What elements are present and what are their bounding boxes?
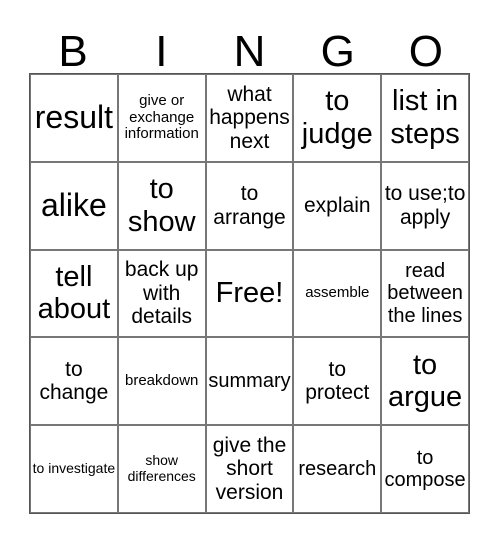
bingo-cell-text: explain: [304, 193, 371, 217]
bingo-cell-text: to use;to apply: [384, 182, 466, 229]
bingo-cell-text: to judge: [301, 85, 373, 150]
bingo-cell[interactable]: explain: [293, 161, 382, 250]
bingo-cell[interactable]: assemble: [293, 249, 382, 338]
bingo-cell-text: breakdown: [125, 371, 199, 389]
bingo-cell[interactable]: to use;to apply: [381, 161, 469, 250]
bingo-cell[interactable]: give the short version: [205, 425, 294, 513]
bingo-cell-text: give the short version: [212, 433, 287, 504]
bingo-cell[interactable]: list in steps: [381, 74, 469, 162]
header-letter-b: B: [58, 27, 88, 76]
header-letter-o: O: [408, 27, 444, 76]
bingo-cell[interactable]: summary: [205, 337, 294, 426]
bingo-cell[interactable]: to investigate: [30, 425, 118, 513]
bingo-cell-text: tell about: [37, 261, 111, 326]
bingo-cell-text: to compose: [384, 446, 466, 492]
bingo-grid: result give or exchange information what h…: [29, 73, 470, 514]
bingo-cell[interactable]: to judge: [293, 74, 382, 162]
bingo-cell-text: Free!: [215, 277, 284, 310]
bingo-header: B I N G O: [29, 27, 470, 76]
bingo-cell[interactable]: alike: [30, 161, 118, 250]
bingo-cell-text: research: [298, 457, 377, 480]
free-space-cell[interactable]: Free!: [205, 249, 294, 338]
bingo-cell-text: show differences: [127, 452, 196, 485]
bingo-cell-text: read between the lines: [387, 259, 463, 327]
bingo-cell[interactable]: tell about: [30, 249, 118, 338]
header-letter-g: G: [320, 27, 355, 76]
bingo-cell[interactable]: research: [293, 425, 382, 513]
bingo-cell[interactable]: give or exchange information: [117, 74, 206, 162]
bingo-cell[interactable]: to show: [117, 161, 206, 250]
bingo-cell-text: alike: [40, 186, 107, 223]
header-letter-i: I: [155, 27, 168, 76]
bingo-cell-text: list in steps: [390, 85, 460, 150]
bingo-cell-text: back up with details: [124, 258, 199, 329]
bingo-cell-text: to investigate: [32, 460, 116, 477]
bingo-cell[interactable]: show differences: [117, 425, 206, 513]
bingo-cell[interactable]: to compose: [381, 425, 469, 513]
bingo-cell-text: to protect: [305, 357, 370, 405]
bingo-cell-text: result: [34, 98, 114, 135]
bingo-cell-text: to argue: [388, 348, 463, 414]
bingo-cell[interactable]: to arrange: [205, 161, 294, 250]
bingo-cell-text: to arrange: [213, 182, 286, 229]
bingo-cell-text: to change: [39, 357, 109, 405]
bingo-cell[interactable]: back up with details: [117, 249, 206, 338]
bingo-cell-text: summary: [208, 370, 291, 393]
bingo-cell-text: what happens next: [209, 82, 290, 153]
bingo-cell[interactable]: to protect: [293, 337, 382, 426]
bingo-cell[interactable]: breakdown: [117, 337, 206, 426]
bingo-cell-text: give or exchange information: [124, 91, 199, 143]
bingo-cell[interactable]: to argue: [381, 337, 469, 426]
header-letter-n: N: [233, 27, 266, 76]
bingo-cell[interactable]: what happens next: [205, 74, 294, 162]
bingo-cell[interactable]: to change: [30, 337, 118, 426]
bingo-cell[interactable]: read between the lines: [381, 249, 469, 338]
bingo-cell-text: to show: [127, 173, 196, 238]
bingo-cell-text: assemble: [305, 284, 370, 302]
bingo-cell[interactable]: result: [30, 74, 118, 162]
